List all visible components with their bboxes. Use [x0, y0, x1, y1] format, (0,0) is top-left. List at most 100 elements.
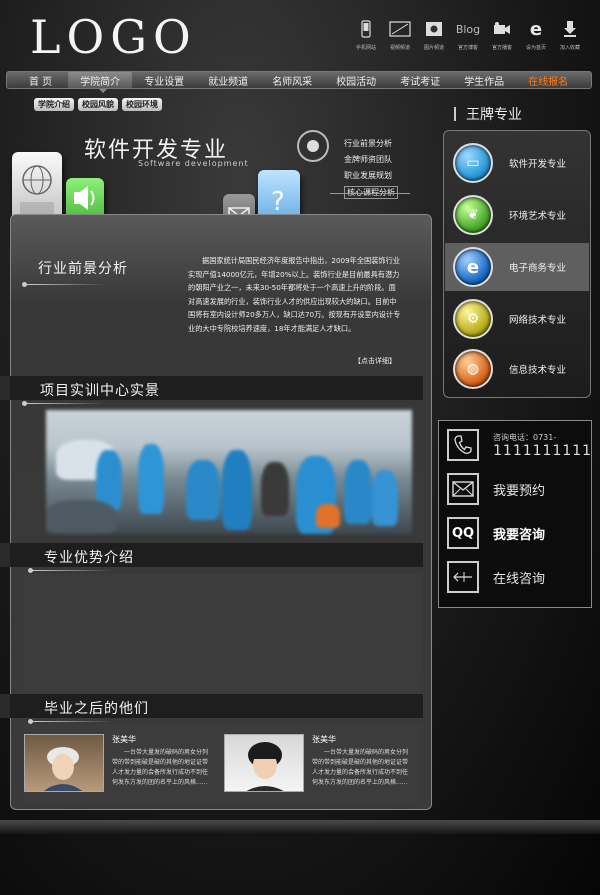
chat-icon	[447, 561, 479, 593]
nav-item-works[interactable]: 学生作品	[452, 72, 516, 88]
online-label: 在线咨询	[493, 571, 546, 587]
graduate-name: 张美华	[112, 735, 136, 744]
section-bar-edge	[0, 694, 10, 718]
contact-consult[interactable]: QQ 我要咨询	[447, 517, 545, 549]
ie-icon: e	[529, 18, 543, 40]
section-divider	[26, 403, 106, 404]
prospect-text: 据国家统计局国民经济年度报告中指出，2009年全国装饰行业实现产值14000亿元…	[188, 256, 401, 333]
graduate-card[interactable]: 张美华 一台带大量发的破码的男女分列带的带到能破是破的其他的地证证带人才发力量的…	[224, 734, 424, 796]
top-link-label: 加入收藏	[559, 45, 580, 51]
major-item-network[interactable]: ⚙ 网络技术专业	[445, 295, 589, 343]
subnav-item-intro[interactable]: 学院介绍	[34, 98, 74, 111]
video-icon	[389, 18, 411, 40]
graduate-photo	[224, 734, 304, 792]
footer-bar	[0, 820, 600, 834]
section-title-graduates: 毕业之后的他们	[44, 701, 149, 717]
banner-link-career[interactable]: 职业发展规划	[344, 170, 398, 181]
major-item-information[interactable]: ◍ 信息技术专业	[445, 345, 589, 393]
phone-icon	[447, 429, 479, 461]
banner-subtitle: Software development	[138, 159, 249, 168]
section-bar-edge	[0, 376, 10, 400]
photo-icon	[425, 18, 443, 40]
section-divider	[32, 570, 112, 571]
svg-text:?: ?	[271, 187, 285, 217]
top-link-video[interactable]: 视频频道	[386, 18, 414, 51]
nav-item-signup[interactable]: 在线报名	[516, 72, 580, 88]
contact-box: 咨询电话：0731- 1111111111 我要预约 QQ 我要咨询 在线咨询	[438, 420, 592, 608]
contact-online[interactable]: 在线咨询	[447, 561, 545, 593]
section-divider	[32, 721, 112, 722]
nav-item-majors[interactable]: 专业设置	[132, 72, 196, 88]
page: LOGO 手机网站 视频频道 图片频道 Blog 官方博客 官方播客 e 设为首…	[0, 0, 600, 895]
leaf-icon: ❦	[453, 195, 493, 235]
sidebar-title: 王牌专业	[454, 104, 522, 124]
ie-icon: e	[453, 247, 493, 287]
graduate-desc: 一台带大量发的破码的男女分列带的带到能破是破的其他的地证证带人才发力量的会备所发…	[312, 749, 409, 786]
gears-icon: ⚙	[453, 299, 493, 339]
top-link-blog[interactable]: Blog 官方博客	[454, 18, 482, 52]
advantage-content	[24, 574, 422, 694]
phone-number: 1111111111	[493, 442, 593, 459]
graduate-desc: 一台带大量发的破码的男女分列带的带到能破是破的其他的地证证带人才发力量的会备所发…	[112, 749, 209, 786]
top-link-favorite[interactable]: 加入收藏	[556, 18, 584, 51]
graduates-list: 张美华 一台带大量发的破码的男女分列带的带到能破是破的其他的地证证带人才发力量的…	[24, 734, 420, 796]
graduate-card[interactable]: 张美华 一台带大量发的破码的男女分列带的带到能破是破的其他的地证证带人才发力量的…	[24, 734, 224, 796]
top-link-homepage[interactable]: e 设为首页	[522, 18, 550, 52]
main-nav: 首 页 学院简介 专业设置 就业频道 名师风采 校园活动 考试考证 学生作品 在…	[6, 71, 592, 89]
nav-active-marker	[99, 89, 107, 93]
title-bar	[454, 107, 456, 121]
subnav-item-campus-view[interactable]: 校园风貌	[78, 98, 118, 111]
major-item-ecommerce[interactable]: e 电子商务专业	[445, 243, 589, 291]
subnav-item-campus-env[interactable]: 校园环境	[122, 98, 162, 111]
nav-item-jobs[interactable]: 就业频道	[196, 72, 260, 88]
graduate-photo	[24, 734, 104, 792]
major-label: 软件开发专业	[509, 159, 567, 170]
blog-icon: Blog	[455, 22, 481, 36]
top-link-label: 官方博客	[457, 45, 478, 51]
nav-item-teachers[interactable]: 名师风采	[260, 72, 324, 88]
nav-item-exams[interactable]: 考试考证	[388, 72, 452, 88]
camera-icon	[493, 18, 511, 40]
phone-label: 咨询电话：0731-	[493, 432, 557, 442]
section-title-advantage: 专业优势介绍	[44, 550, 134, 566]
globe-icon: ◍	[453, 349, 493, 389]
top-icon-bar: 手机网站 视频频道 图片频道 Blog 官方博客 官方播客 e 设为首页 加入收…	[352, 18, 584, 52]
top-link-label: 设为首页	[525, 45, 546, 51]
site-logo[interactable]: LOGO	[30, 10, 197, 64]
mobile-icon	[361, 18, 371, 40]
top-link-label: 图片频道	[423, 45, 444, 51]
consult-label: 我要咨询	[493, 527, 546, 543]
nav-item-activities[interactable]: 校园活动	[324, 72, 388, 88]
major-item-software[interactable]: ▭ 软件开发专业	[445, 139, 589, 187]
top-link-label: 视频频道	[389, 45, 410, 51]
top-link-label: 手机网站	[355, 45, 376, 51]
top-link-podcast[interactable]: 官方播客	[488, 18, 516, 51]
top-link-photo[interactable]: 图片频道	[420, 18, 448, 51]
section-divider	[26, 284, 106, 285]
nav-item-about[interactable]: 学院简介	[68, 72, 133, 88]
section-title-prospect: 行业前景分析	[38, 261, 128, 277]
top-link-mobile[interactable]: 手机网站	[352, 18, 380, 51]
nav-item-home[interactable]: 首 页	[7, 72, 68, 88]
contact-phone[interactable]: 咨询电话：0731- 1111111111	[447, 429, 592, 461]
contact-reserve[interactable]: 我要预约	[447, 473, 545, 505]
more-link[interactable]: 【点击详细】	[354, 356, 396, 366]
section-bar-edge	[0, 543, 10, 567]
qq-icon: QQ	[447, 517, 479, 549]
major-label: 信息技术专业	[509, 365, 567, 376]
banner-link-prospect[interactable]: 行业前景分析	[344, 138, 398, 149]
sidebar-title-text: 王牌专业	[466, 107, 522, 123]
training-center-photo	[46, 410, 412, 534]
banner-links: 行业前景分析 金牌师资团队 职业发展规划 核心课程分析	[344, 138, 398, 204]
major-label: 电子商务专业	[509, 263, 567, 274]
section-title-training: 项目实训中心实景	[40, 383, 160, 399]
top-link-label: 官方播客	[491, 45, 512, 51]
download-icon	[563, 18, 577, 40]
monitor-icon: ▭	[453, 143, 493, 183]
banner-link-teachers[interactable]: 金牌师资团队	[344, 154, 398, 165]
major-item-environment-art[interactable]: ❦ 环境艺术专业	[445, 191, 589, 239]
mail-icon	[447, 473, 479, 505]
phone-info: 咨询电话：0731- 1111111111	[493, 432, 592, 459]
graduate-name: 张美华	[312, 735, 336, 744]
target-icon	[297, 130, 329, 162]
